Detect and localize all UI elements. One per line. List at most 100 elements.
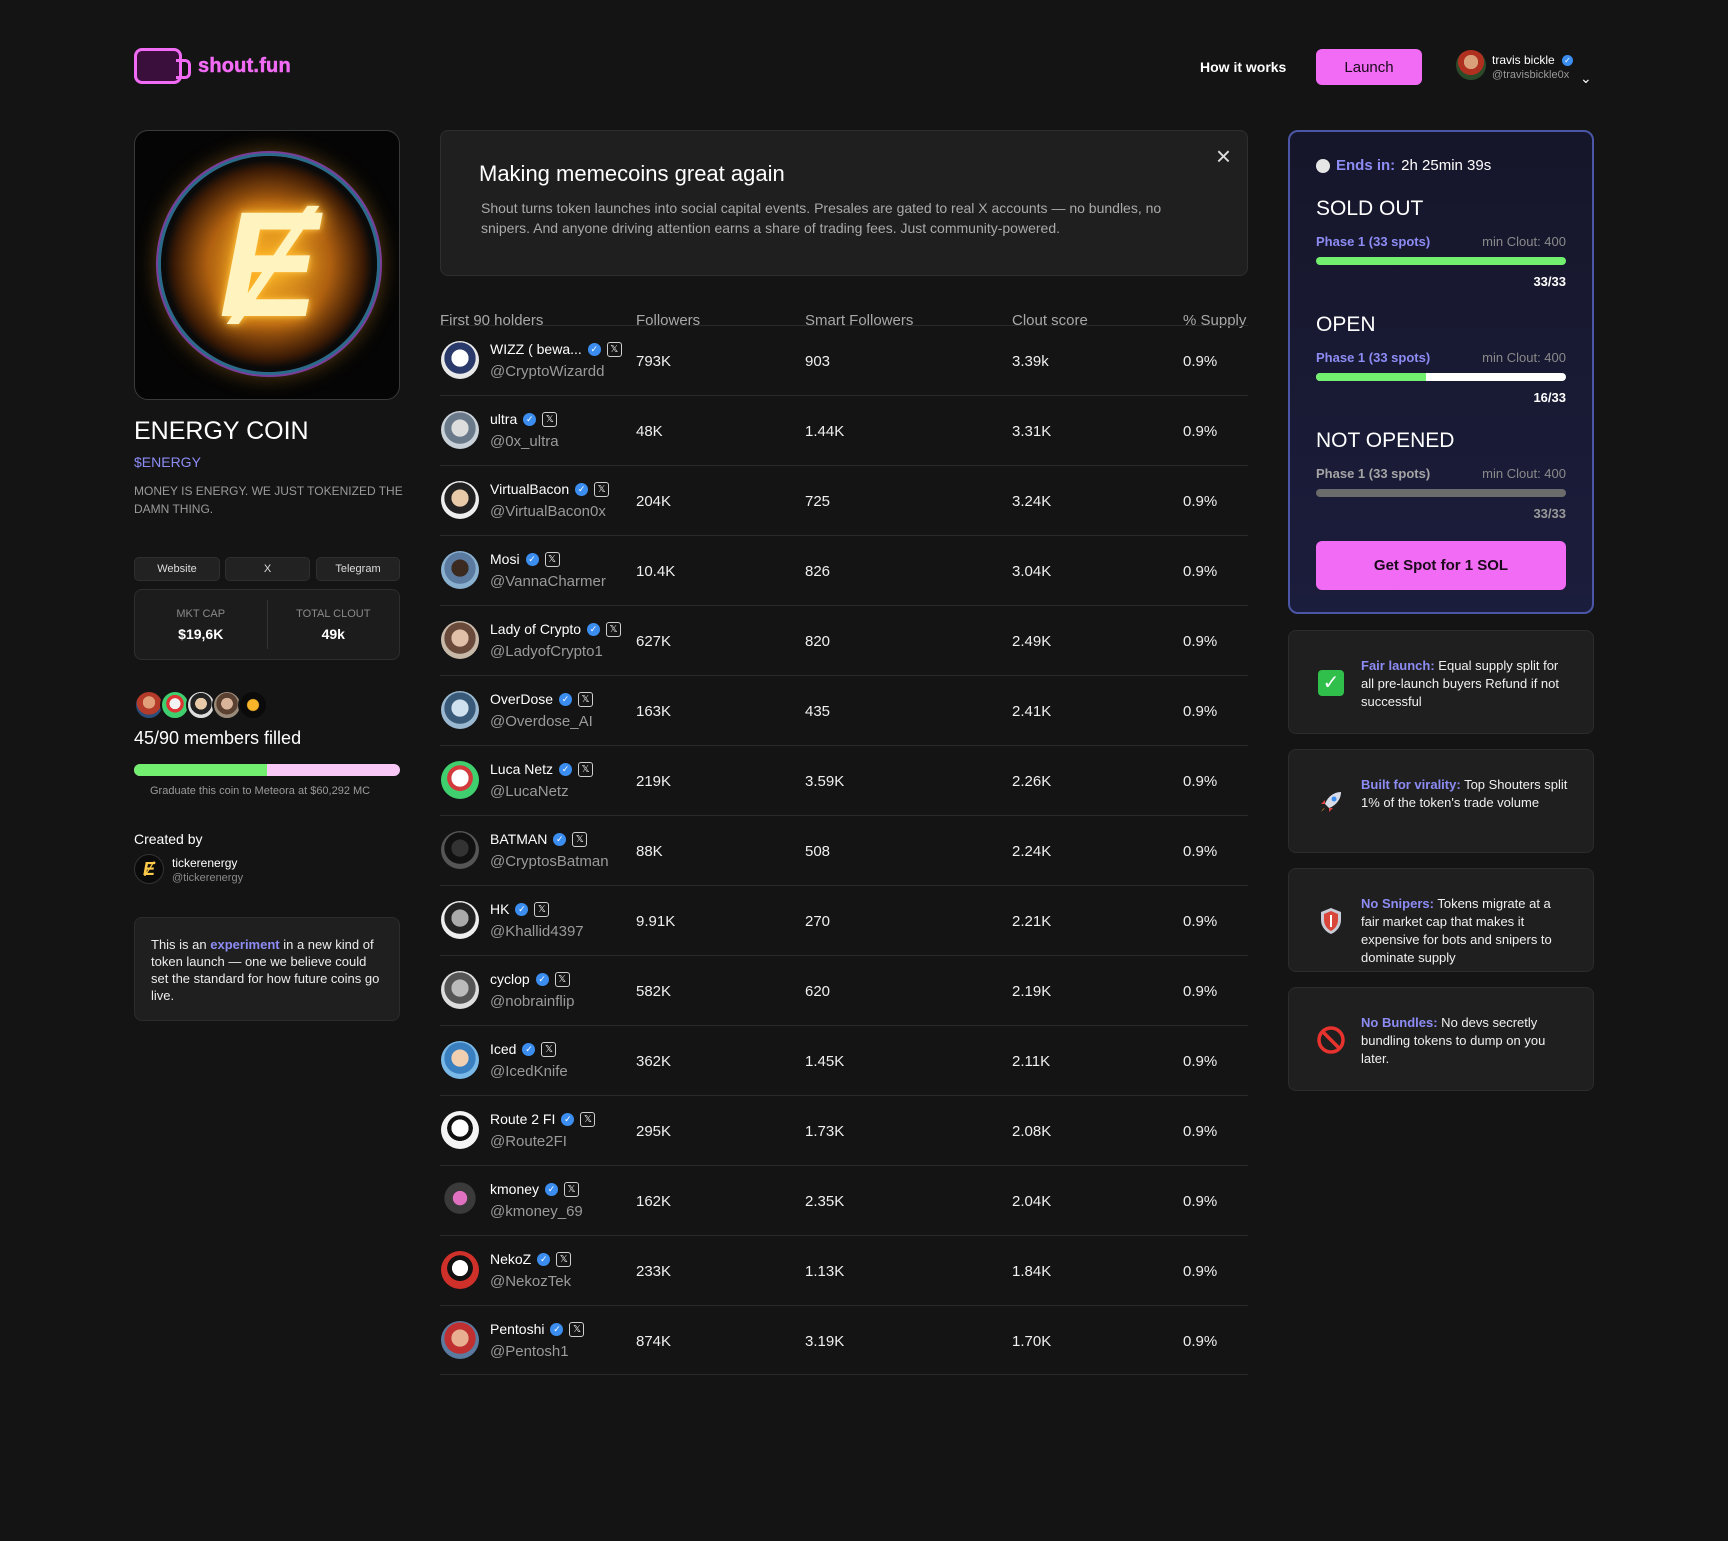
table-row[interactable]: cyclop ✓ 𝕏 @nobrainflip 582K 620 2.19K 0.9% (440, 955, 1248, 1025)
table-row[interactable]: BATMAN ✓ 𝕏 @CryptosBatman 88K 508 2.24K 0.9% (440, 815, 1248, 885)
x-icon[interactable]: 𝕏 (544, 551, 560, 567)
avatar[interactable] (441, 691, 479, 729)
holder-handle[interactable]: @Khallid4397 (490, 923, 584, 940)
avatar[interactable] (441, 411, 479, 449)
feature-virality: Built for virality: Top Shouters split 1… (1288, 749, 1594, 853)
how-it-works-link[interactable]: How it works (1200, 59, 1286, 75)
x-icon[interactable]: 𝕏 (542, 411, 558, 427)
x-icon[interactable]: 𝕏 (594, 481, 610, 497)
x-icon[interactable]: 𝕏 (556, 1251, 572, 1267)
holder-handle[interactable]: @LucaNetz (490, 783, 569, 800)
table-row[interactable]: Iced ✓ 𝕏 @IcedKnife 362K 1.45K 2.11K 0.9% (440, 1025, 1248, 1095)
holder-handle[interactable]: @NekozTek (490, 1273, 571, 1290)
avatar[interactable] (441, 1041, 479, 1079)
x-link-button[interactable]: X (225, 557, 310, 581)
experiment-link[interactable]: experiment (210, 937, 279, 952)
holder-handle[interactable]: @0x_ultra (490, 433, 559, 450)
holder-handle[interactable]: @CryptoWizardd (490, 363, 604, 380)
table-row[interactable]: Mosi ✓ 𝕏 @VannaCharmer 10.4K 826 3.04K 0.9% (440, 535, 1248, 605)
supply-cell: 0.9% (1183, 353, 1218, 370)
table-row[interactable]: Lady of Crypto ✓ 𝕏 @LadyofCrypto1 627K 820 2.4… (440, 605, 1248, 675)
table-row[interactable]: WIZZ ( bewa... ✓ 𝕏 @CryptoWizardd 793K 903 3.3… (440, 325, 1248, 395)
supply-cell: 0.9% (1183, 1053, 1218, 1070)
logo[interactable]: shout.fun (134, 48, 291, 84)
supply-cell: 0.9% (1183, 843, 1218, 860)
avatar[interactable] (441, 971, 479, 1009)
followers-cell: 233K (636, 1263, 672, 1280)
avatar[interactable] (441, 761, 479, 799)
avatar[interactable] (441, 831, 479, 869)
creator-handle: @tickerenergy (172, 872, 244, 884)
clout-score-cell: 1.84K (1012, 1263, 1052, 1280)
table-row[interactable]: ultra ✓ 𝕏 @0x_ultra 48K 1.44K 3.31K 0.9% (440, 395, 1248, 465)
table-row[interactable]: NekoZ ✓ 𝕏 @NekozTek 233K 1.13K 1.84K 0.9% (440, 1235, 1248, 1305)
holder-handle[interactable]: @VirtualBacon0x (490, 503, 606, 520)
chevron-down-icon[interactable]: ⌄ (1580, 70, 1592, 87)
x-icon[interactable]: 𝕏 (572, 831, 588, 847)
close-icon[interactable]: × (1216, 141, 1231, 172)
x-icon[interactable]: 𝕏 (606, 621, 622, 637)
holder-handle[interactable]: @LadyofCrypto1 (490, 643, 603, 660)
x-icon[interactable]: 𝕏 (564, 1181, 580, 1197)
smart-followers-cell: 2.35K (805, 1193, 845, 1210)
member-avatars (134, 690, 268, 720)
avatar[interactable] (441, 901, 479, 939)
x-icon[interactable]: 𝕏 (541, 1041, 557, 1057)
holder-handle[interactable]: @Route2FI (490, 1133, 567, 1150)
website-link-button[interactable]: Website (134, 557, 220, 581)
feature-no-bundles: No Bundles: No devs secretly bundling to… (1288, 987, 1594, 1091)
table-row[interactable]: HK ✓ 𝕏 @Khallid4397 9.91K 270 2.21K 0.9% (440, 885, 1248, 955)
avatar[interactable] (441, 1251, 479, 1289)
holder-handle[interactable]: @kmoney_69 (490, 1203, 583, 1220)
x-icon[interactable]: 𝕏 (580, 1111, 596, 1127)
total-clout-stat: TOTAL CLOUT 49k (266, 600, 400, 649)
shout-logo-icon (134, 48, 191, 84)
holder-handle[interactable]: @nobrainflip (490, 993, 574, 1010)
smart-followers-cell: 508 (805, 843, 831, 860)
x-icon[interactable]: 𝕏 (554, 971, 570, 987)
avatar[interactable] (441, 341, 479, 379)
shield-icon (1317, 907, 1345, 935)
holder-handle[interactable]: @Pentosh1 (490, 1343, 569, 1360)
verified-badge-icon: ✓ (515, 902, 529, 916)
avatar[interactable] (441, 481, 479, 519)
avatar[interactable] (441, 1321, 479, 1359)
user-avatar[interactable] (1456, 50, 1486, 80)
table-row[interactable]: Route 2 FI ✓ 𝕏 @Route2FI 295K 1.73K 2.08K 0.9% (440, 1095, 1248, 1165)
telegram-link-button[interactable]: Telegram (316, 557, 400, 581)
phase-status: NOT OPENED (1316, 429, 1455, 452)
clock-icon (1316, 158, 1330, 173)
smart-followers-cell: 1.45K (805, 1053, 845, 1070)
avatar[interactable] (441, 1111, 479, 1149)
phase-min-clout: min Clout: 400 (1482, 234, 1566, 249)
clout-score-cell: 2.08K (1012, 1123, 1052, 1140)
table-row[interactable]: kmoney ✓ 𝕏 @kmoney_69 162K 2.35K 2.04K 0.9% (440, 1165, 1248, 1235)
table-row[interactable]: VirtualBacon ✓ 𝕏 @VirtualBacon0x 204K 725 3.24… (440, 465, 1248, 535)
followers-cell: 219K (636, 773, 672, 790)
x-icon[interactable]: 𝕏 (534, 901, 550, 917)
coin-image-card: Ɇ (134, 130, 400, 400)
x-icon[interactable]: 𝕏 (569, 1321, 585, 1337)
creator-avatar[interactable]: Ɇ (134, 854, 164, 884)
holder-handle[interactable]: @Overdose_AI (490, 713, 593, 730)
avatar[interactable] (441, 551, 479, 589)
table-row[interactable]: OverDose ✓ 𝕏 @Overdose_AI 163K 435 2.41K 0.9% (440, 675, 1248, 745)
countdown: 2h 25min 39s (1401, 157, 1492, 174)
phase-progress-fill (1316, 373, 1426, 381)
x-icon[interactable]: 𝕏 (606, 341, 622, 357)
smart-followers-cell: 725 (805, 493, 831, 510)
get-spot-button[interactable]: Get Spot for 1 SOL (1316, 541, 1566, 590)
x-icon[interactable]: 𝕏 (578, 691, 594, 707)
holder-handle[interactable]: @CryptosBatman (490, 853, 609, 870)
creator-name[interactable]: tickerenergy (172, 856, 237, 870)
verified-badge-icon: ✓ (535, 972, 549, 986)
verified-badge-icon: ✓ (587, 342, 601, 356)
x-icon[interactable]: 𝕏 (578, 761, 594, 777)
launch-button[interactable]: Launch (1316, 49, 1422, 85)
holder-handle[interactable]: @VannaCharmer (490, 573, 606, 590)
holder-handle[interactable]: @IcedKnife (490, 1063, 568, 1080)
table-row[interactable]: Pentoshi ✓ 𝕏 @Pentosh1 874K 3.19K 1.70K 0.9% (440, 1305, 1248, 1375)
avatar[interactable] (441, 1181, 479, 1219)
table-row[interactable]: Luca Netz ✓ 𝕏 @LucaNetz 219K 3.59K 2.26K 0.9% (440, 745, 1248, 815)
avatar[interactable] (441, 621, 479, 659)
